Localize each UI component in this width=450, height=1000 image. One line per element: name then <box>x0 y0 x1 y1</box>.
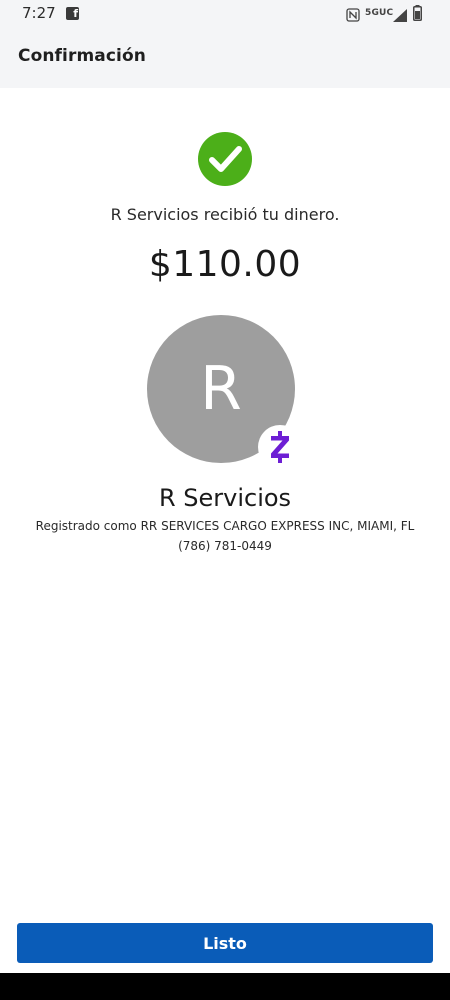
network-label: 5GUC <box>365 8 394 18</box>
status-bar: 7:27 f 5GUC <box>0 0 450 28</box>
facebook-icon: f <box>66 7 79 20</box>
done-button[interactable]: Listo <box>17 923 433 963</box>
zelle-icon <box>258 425 302 469</box>
system-nav-bar <box>0 973 450 1000</box>
page-title: Confirmación <box>18 46 146 66</box>
confirmation-message: R Servicios recibió tu dinero. <box>110 205 340 224</box>
battery-icon <box>413 5 422 25</box>
payment-amount: $110.00 <box>148 244 302 285</box>
app-header: Confirmación <box>0 28 450 88</box>
signal-icon <box>393 7 407 26</box>
recipient-name: R Servicios <box>158 484 292 512</box>
confirmation-screen: 7:27 f 5GUC Confirmación R Servicios rec… <box>0 0 450 1000</box>
nfc-icon <box>346 7 360 26</box>
status-time: 7:27 <box>22 4 56 22</box>
registered-as: Registrado como RR SERVICES CARGO EXPRES… <box>35 519 415 533</box>
check-circle-icon <box>198 132 252 186</box>
recipient-phone: (786) 781-0449 <box>178 539 272 553</box>
